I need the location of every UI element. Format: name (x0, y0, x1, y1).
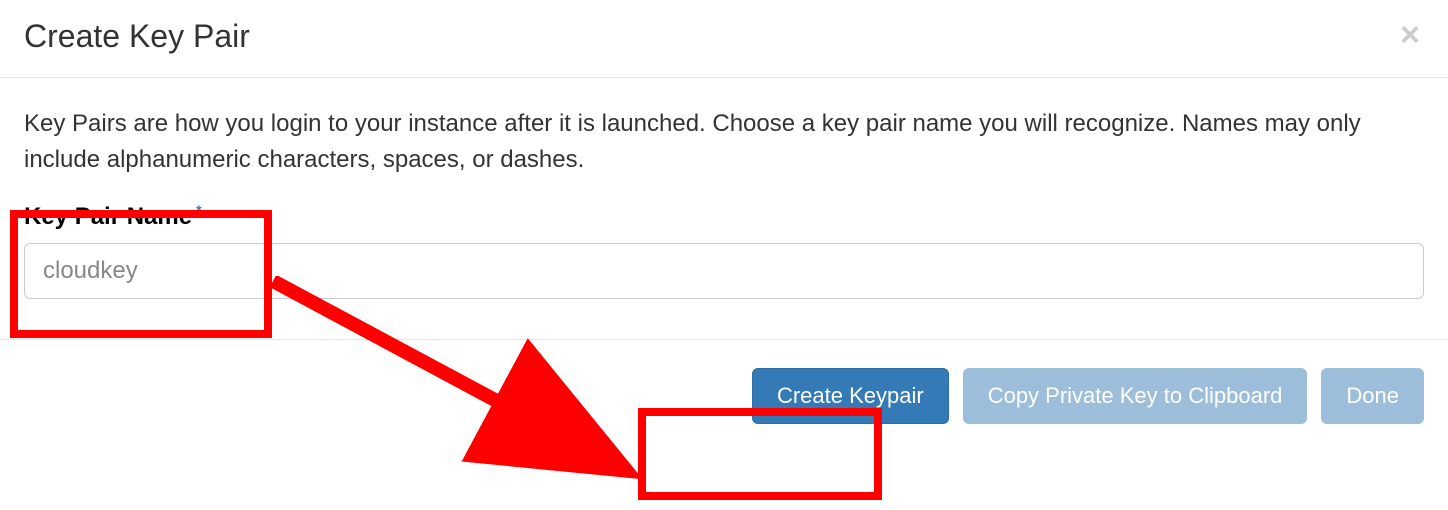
keypair-description: Key Pairs are how you login to your inst… (24, 106, 1424, 178)
create-keypair-button[interactable]: Create Keypair (752, 368, 949, 424)
modal-header: Create Key Pair × (0, 0, 1448, 78)
done-button[interactable]: Done (1321, 368, 1424, 424)
modal-footer: Create Keypair Copy Private Key to Clipb… (0, 339, 1448, 442)
field-label-text: Key Pair Name (24, 203, 192, 230)
modal-body: Key Pairs are how you login to your inst… (0, 78, 1448, 339)
close-icon[interactable]: × (1396, 18, 1424, 52)
keypair-name-input[interactable] (24, 243, 1424, 299)
required-asterisk: * (196, 202, 201, 218)
keypair-name-label: Key Pair Name* (24, 202, 202, 231)
modal-title: Create Key Pair (24, 18, 250, 55)
copy-private-key-button[interactable]: Copy Private Key to Clipboard (963, 368, 1308, 424)
create-keypair-modal: Create Key Pair × Key Pairs are how you … (0, 0, 1448, 442)
keypair-name-group: Key Pair Name* (24, 202, 1424, 299)
